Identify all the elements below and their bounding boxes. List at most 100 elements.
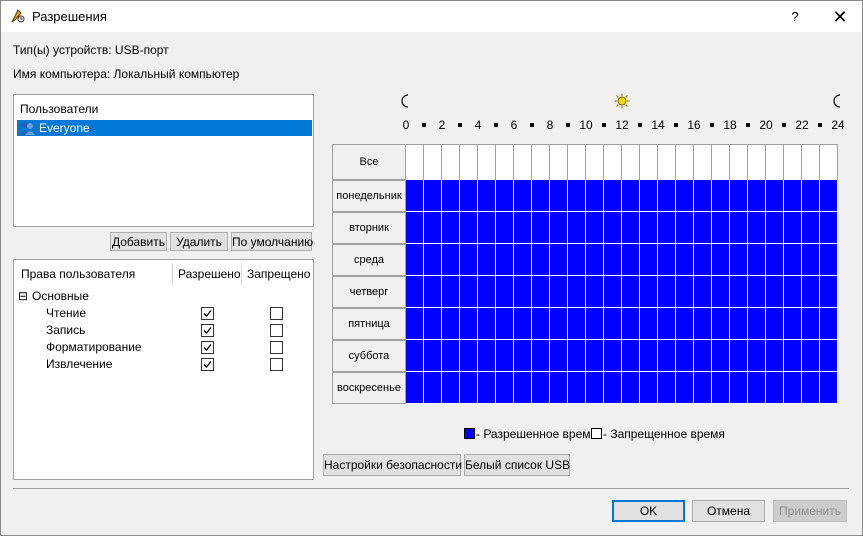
time-slot-cell[interactable] <box>514 276 532 308</box>
hour-column-button[interactable] <box>460 144 478 180</box>
time-slot-cell[interactable] <box>496 308 514 340</box>
time-slot-cell[interactable] <box>460 276 478 308</box>
hour-column-button[interactable] <box>748 144 766 180</box>
time-slot-cell[interactable] <box>802 372 820 404</box>
time-slot-cell[interactable] <box>766 244 784 276</box>
time-slot-cell[interactable] <box>442 212 460 244</box>
time-slot-cell[interactable] <box>514 308 532 340</box>
time-slot-cell[interactable] <box>820 340 838 372</box>
time-slot-cell[interactable] <box>604 276 622 308</box>
time-slot-cell[interactable] <box>640 212 658 244</box>
time-slot-cell[interactable] <box>586 308 604 340</box>
time-slot-cell[interactable] <box>820 244 838 276</box>
hour-column-button[interactable] <box>766 144 784 180</box>
time-slot-cell[interactable] <box>748 340 766 372</box>
time-slot-cell[interactable] <box>442 340 460 372</box>
time-slot-cell[interactable] <box>586 276 604 308</box>
time-slot-cell[interactable] <box>550 180 568 212</box>
time-slot-cell[interactable] <box>712 212 730 244</box>
time-slot-cell[interactable] <box>712 276 730 308</box>
time-slot-cell[interactable] <box>568 308 586 340</box>
time-slot-cell[interactable] <box>496 372 514 404</box>
time-slot-cell[interactable] <box>676 212 694 244</box>
format-denied-checkbox[interactable] <box>270 341 283 354</box>
hour-column-button[interactable] <box>604 144 622 180</box>
hour-column-button[interactable] <box>622 144 640 180</box>
time-slot-cell[interactable] <box>820 180 838 212</box>
time-slot-cell[interactable] <box>712 308 730 340</box>
hour-column-button[interactable] <box>550 144 568 180</box>
time-slot-cell[interactable] <box>406 340 424 372</box>
time-slot-cell[interactable] <box>604 212 622 244</box>
time-slot-cell[interactable] <box>784 244 802 276</box>
time-slot-cell[interactable] <box>532 340 550 372</box>
hour-column-button[interactable] <box>730 144 748 180</box>
time-slot-cell[interactable] <box>496 244 514 276</box>
time-slot-cell[interactable] <box>712 372 730 404</box>
time-slot-cell[interactable] <box>784 276 802 308</box>
time-slot-cell[interactable] <box>406 180 424 212</box>
time-slot-cell[interactable] <box>748 308 766 340</box>
time-slot-cell[interactable] <box>676 276 694 308</box>
time-slot-cell[interactable] <box>442 276 460 308</box>
time-slot-cell[interactable] <box>802 244 820 276</box>
time-slot-cell[interactable] <box>424 180 442 212</box>
time-slot-cell[interactable] <box>478 340 496 372</box>
time-slot-cell[interactable] <box>586 372 604 404</box>
time-slot-cell[interactable] <box>424 244 442 276</box>
time-slot-cell[interactable] <box>604 180 622 212</box>
time-slot-cell[interactable] <box>676 340 694 372</box>
hour-column-button[interactable] <box>820 144 838 180</box>
time-slot-cell[interactable] <box>784 372 802 404</box>
time-slot-cell[interactable] <box>460 180 478 212</box>
time-slot-cell[interactable] <box>550 244 568 276</box>
time-slot-cell[interactable] <box>766 340 784 372</box>
time-slot-cell[interactable] <box>442 308 460 340</box>
time-slot-cell[interactable] <box>640 308 658 340</box>
time-slot-cell[interactable] <box>442 180 460 212</box>
time-slot-cell[interactable] <box>424 276 442 308</box>
time-slot-cell[interactable] <box>676 308 694 340</box>
time-slot-cell[interactable] <box>730 340 748 372</box>
read-denied-checkbox[interactable] <box>270 307 283 320</box>
hour-column-button[interactable] <box>640 144 658 180</box>
time-slot-cell[interactable] <box>514 340 532 372</box>
time-slot-cell[interactable] <box>478 244 496 276</box>
day-row-button[interactable]: понедельник <box>332 180 406 212</box>
time-slot-cell[interactable] <box>532 276 550 308</box>
time-slot-cell[interactable] <box>424 308 442 340</box>
hour-column-button[interactable] <box>478 144 496 180</box>
time-slot-cell[interactable] <box>622 308 640 340</box>
time-slot-cell[interactable] <box>658 180 676 212</box>
time-slot-cell[interactable] <box>406 276 424 308</box>
time-slot-cell[interactable] <box>640 372 658 404</box>
time-slot-cell[interactable] <box>496 276 514 308</box>
time-slot-cell[interactable] <box>586 212 604 244</box>
format-allowed-checkbox[interactable] <box>201 341 214 354</box>
time-slot-cell[interactable] <box>496 340 514 372</box>
time-slot-cell[interactable] <box>406 372 424 404</box>
read-allowed-checkbox[interactable] <box>201 307 214 320</box>
time-slot-cell[interactable] <box>694 372 712 404</box>
time-slot-cell[interactable] <box>748 372 766 404</box>
time-slot-cell[interactable] <box>550 212 568 244</box>
time-slot-cell[interactable] <box>460 244 478 276</box>
hour-column-button[interactable] <box>442 144 460 180</box>
hour-column-button[interactable] <box>514 144 532 180</box>
hour-column-button[interactable] <box>532 144 550 180</box>
time-slot-cell[interactable] <box>676 244 694 276</box>
security-settings-button[interactable]: Настройки безопасности <box>323 454 462 476</box>
time-slot-cell[interactable] <box>640 340 658 372</box>
time-slot-cell[interactable] <box>532 244 550 276</box>
hour-column-button[interactable] <box>424 144 442 180</box>
time-slot-cell[interactable] <box>694 308 712 340</box>
time-slot-cell[interactable] <box>802 180 820 212</box>
time-slot-cell[interactable] <box>568 372 586 404</box>
day-row-button[interactable]: воскресенье <box>332 372 406 404</box>
time-slot-cell[interactable] <box>712 340 730 372</box>
time-slot-cell[interactable] <box>622 276 640 308</box>
collapse-toggle[interactable]: ⊟ <box>18 289 28 303</box>
time-slot-cell[interactable] <box>604 244 622 276</box>
time-slot-cell[interactable] <box>514 372 532 404</box>
time-slot-cell[interactable] <box>586 180 604 212</box>
